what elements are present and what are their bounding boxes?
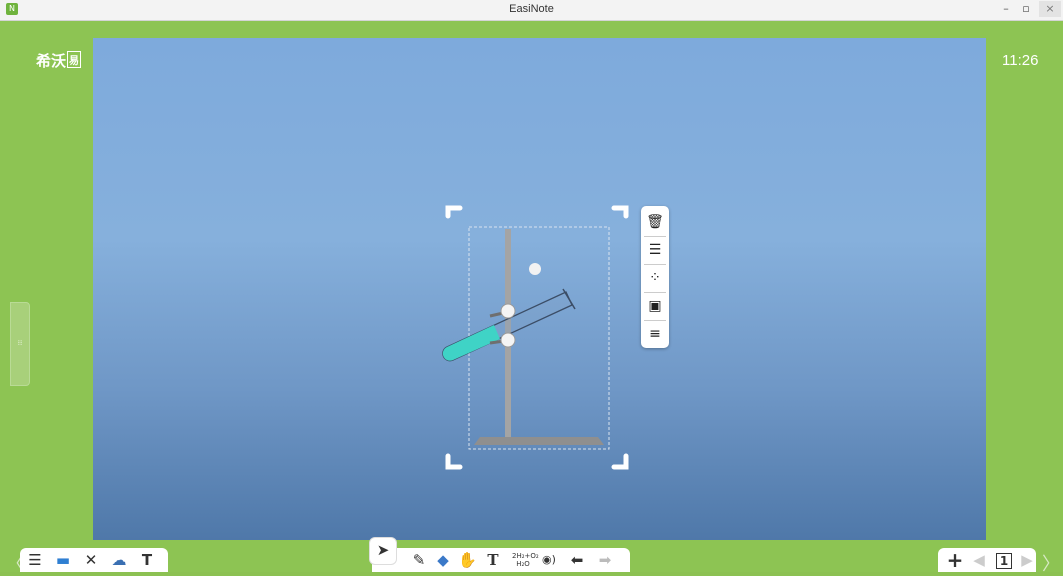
clock: 11:26	[1002, 52, 1039, 69]
object-context-menu: 🗑 ☰ ⁘ ▣ ≡	[641, 206, 669, 348]
toolbar-right: + ◀ 1 ▶	[938, 548, 1036, 572]
toolbar-main: ✎ ◆ ✋ T 2H₂+O₂ H₂O ◉) ⬅ ➡	[372, 548, 630, 572]
undo-icon[interactable]: ⬅	[568, 552, 586, 568]
window-title: EasiNote	[509, 3, 554, 15]
next-page-icon[interactable]: ▶	[1018, 552, 1036, 568]
redo-icon[interactable]: ➡	[596, 552, 614, 568]
menu-divider	[644, 292, 666, 293]
side-tab-grip-icon: ⁝⁝	[17, 340, 23, 347]
whiteboard-canvas[interactable]	[93, 38, 986, 540]
select-pointer-button[interactable]: ➤	[370, 538, 396, 564]
tools-icon[interactable]: ✕	[82, 552, 100, 568]
menu-divider	[644, 236, 666, 237]
more-icon[interactable]: ≡	[645, 324, 665, 344]
toolbar-right-arrow-icon[interactable]: 〉	[1042, 550, 1060, 576]
formula-icon[interactable]: 2H₂+O₂ H₂O	[512, 552, 539, 568]
page-number[interactable]: 1	[996, 553, 1012, 569]
brand-logo: 希沃易	[36, 50, 82, 71]
text-icon[interactable]: T	[484, 552, 502, 568]
side-drawer-tab[interactable]: ⁝⁝	[10, 302, 30, 386]
display-icon[interactable]: ▬	[54, 552, 72, 568]
close-button[interactable]: ×	[1039, 1, 1061, 17]
formula-bottom: H₂O	[516, 560, 530, 568]
formula-top: 2H₂+O₂	[512, 552, 539, 560]
prev-page-icon[interactable]: ◀	[970, 552, 988, 568]
effects-icon[interactable]: ⁘	[645, 268, 665, 288]
menu-divider	[644, 264, 666, 265]
minimize-button[interactable]: –	[996, 1, 1016, 17]
audio-icon[interactable]: ◉)	[540, 552, 558, 568]
align-icon[interactable]: ☰	[645, 240, 665, 260]
brand-badge: 易	[67, 51, 82, 68]
brand-name: 希沃	[36, 52, 67, 70]
eraser-icon[interactable]: ◆	[434, 552, 452, 568]
layer-icon[interactable]: ▣	[645, 296, 665, 316]
pen-icon[interactable]: ✎	[410, 552, 428, 568]
menu-icon[interactable]: ☰	[26, 552, 44, 568]
title-bar: N EasiNote – ▫ ×	[0, 0, 1063, 21]
cloud-icon[interactable]: ☁	[110, 552, 128, 568]
menu-divider	[644, 320, 666, 321]
select-pointer-icon: ➤	[376, 541, 390, 559]
add-page-button[interactable]: +	[946, 550, 964, 570]
toolbar-left: ☰ ▬ ✕ ☁ T	[20, 548, 168, 572]
delete-icon[interactable]: 🗑	[645, 212, 665, 232]
text-format-icon[interactable]: T	[138, 552, 156, 568]
maximize-button[interactable]: ▫	[1016, 1, 1036, 17]
hand-icon[interactable]: ✋	[458, 552, 477, 568]
